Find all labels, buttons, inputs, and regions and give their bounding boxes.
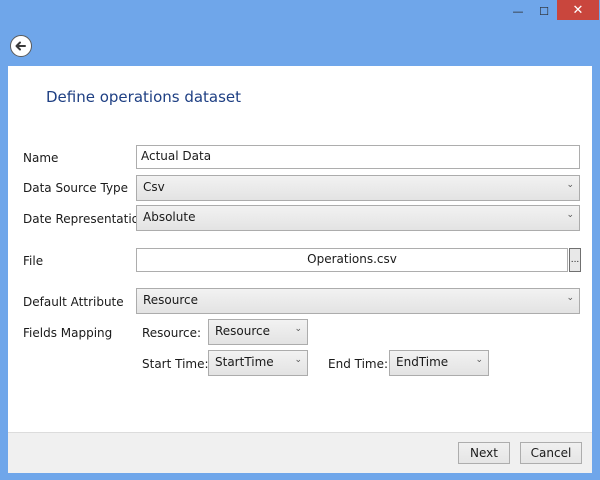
name-label: Name <box>23 151 59 165</box>
date-representation-label: Date Representation <box>23 212 147 226</box>
resource-label: Resource: <box>142 326 202 340</box>
next-button[interactable]: Next <box>458 442 510 464</box>
date-representation-value: Absolute <box>143 210 196 224</box>
start-time-select[interactable]: StartTime ⌄ <box>208 350 308 376</box>
data-source-type-label: Data Source Type <box>23 181 129 195</box>
data-source-type-value: Csv <box>143 180 165 194</box>
chevron-down-icon: ⌄ <box>294 324 302 334</box>
chevron-down-icon: ⌄ <box>475 355 483 365</box>
end-time-select[interactable]: EndTime ⌄ <box>389 350 489 376</box>
browse-button[interactable]: ... <box>569 248 581 272</box>
file-path-field[interactable]: Operations.csv <box>136 248 568 272</box>
chevron-down-icon: ⌄ <box>566 180 574 190</box>
resource-value: Resource <box>215 324 271 338</box>
minimize-button[interactable]: — <box>505 0 531 22</box>
cancel-button[interactable]: Cancel <box>520 442 582 464</box>
close-button[interactable]: ✕ <box>557 0 599 20</box>
start-time-value: StartTime <box>215 355 274 369</box>
fields-mapping-label: Fields Mapping <box>23 326 113 340</box>
chevron-down-icon: ⌄ <box>294 355 302 365</box>
back-arrow-icon <box>15 41 26 51</box>
application-window: — ☐ ✕ Define operations dataset Name Act… <box>0 0 600 480</box>
page-title: Define operations dataset <box>46 88 242 106</box>
file-label: File <box>23 254 44 268</box>
default-attribute-value: Resource <box>143 293 199 307</box>
dialog-content: Define operations dataset Name Actual Da… <box>8 66 592 473</box>
name-field[interactable]: Actual Data <box>136 145 580 169</box>
title-bar: — ☐ ✕ <box>0 0 600 30</box>
chevron-down-icon: ⌄ <box>566 210 574 220</box>
default-attribute-label: Default Attribute <box>23 295 124 309</box>
end-time-label: End Time: <box>328 357 389 371</box>
default-attribute-select[interactable]: Resource ⌄ <box>136 288 580 314</box>
back-button[interactable] <box>10 35 32 57</box>
chevron-down-icon: ⌄ <box>566 293 574 303</box>
resource-select[interactable]: Resource ⌄ <box>208 319 308 345</box>
date-representation-select[interactable]: Absolute ⌄ <box>136 205 580 231</box>
end-time-value: EndTime <box>396 355 449 369</box>
start-time-label: Start Time: <box>142 357 209 371</box>
maximize-button[interactable]: ☐ <box>531 0 557 22</box>
data-source-type-select[interactable]: Csv ⌄ <box>136 175 580 201</box>
